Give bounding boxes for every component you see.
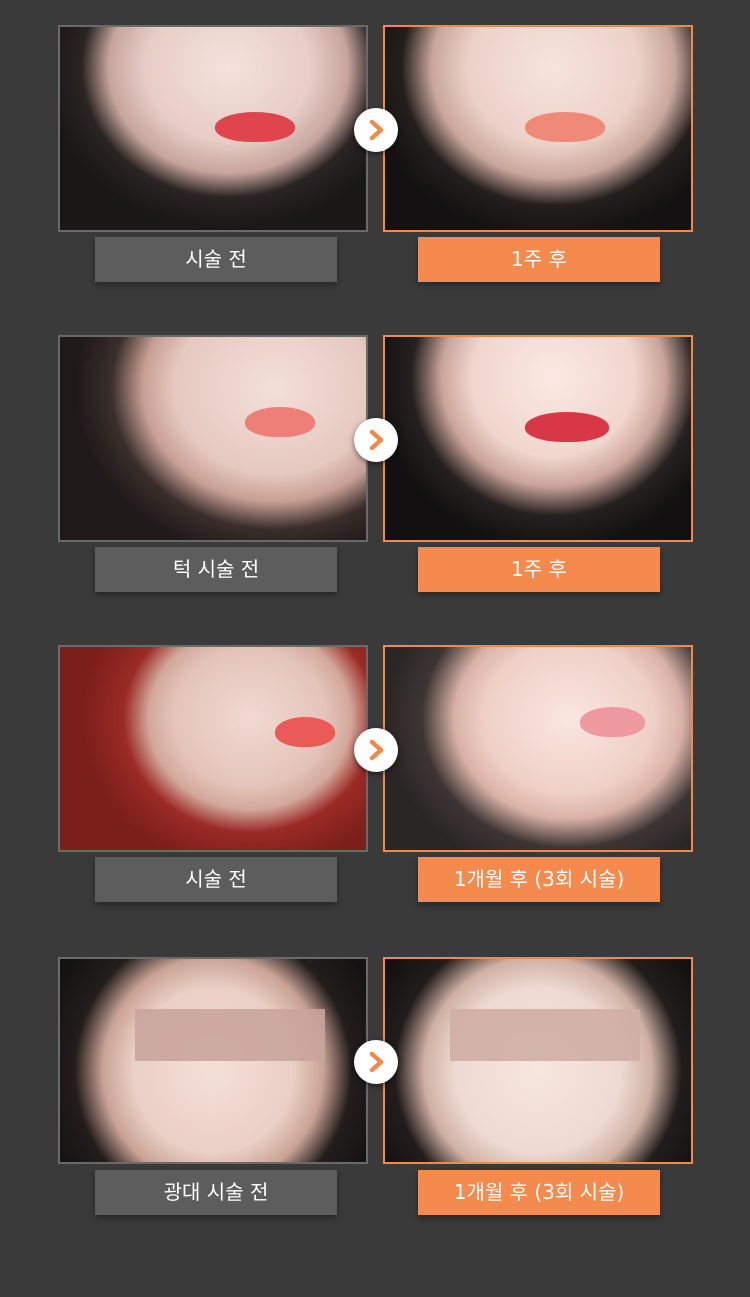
lips-shape — [525, 412, 609, 442]
arrow-badge — [354, 1040, 398, 1084]
lips-shape — [525, 112, 605, 142]
after-photo — [383, 25, 693, 232]
privacy-blur — [135, 1009, 325, 1061]
lips-shape — [245, 407, 315, 437]
after-caption: 1주 후 — [418, 547, 660, 592]
before-photo — [58, 957, 368, 1164]
before-caption: 시술 전 — [95, 237, 337, 282]
lips-shape — [215, 112, 295, 142]
arrow-badge — [354, 418, 398, 462]
lips-shape — [580, 707, 645, 737]
chevron-right-icon — [369, 1051, 384, 1073]
chevron-right-icon — [369, 119, 384, 141]
after-photo — [383, 645, 693, 852]
chevron-right-icon — [369, 739, 384, 761]
before-photo — [58, 645, 368, 852]
after-caption: 1주 후 — [418, 237, 660, 282]
before-caption: 광대 시술 전 — [95, 1170, 337, 1215]
arrow-badge — [354, 108, 398, 152]
after-photo — [383, 335, 693, 542]
before-photo — [58, 25, 368, 232]
before-caption: 턱 시술 전 — [95, 547, 337, 592]
chevron-right-icon — [369, 429, 384, 451]
lips-shape — [275, 717, 335, 747]
before-caption: 시술 전 — [95, 857, 337, 902]
before-photo — [58, 335, 368, 542]
arrow-badge — [354, 728, 398, 772]
after-caption: 1개월 후 (3회 시술) — [418, 1170, 660, 1215]
before-after-gallery: 시술 전 1주 후 턱 시술 전 1주 후 시술 전 1개월 후 (3회 시술)… — [0, 0, 750, 1297]
after-photo — [383, 957, 693, 1164]
after-caption: 1개월 후 (3회 시술) — [418, 857, 660, 902]
privacy-blur — [450, 1009, 640, 1061]
